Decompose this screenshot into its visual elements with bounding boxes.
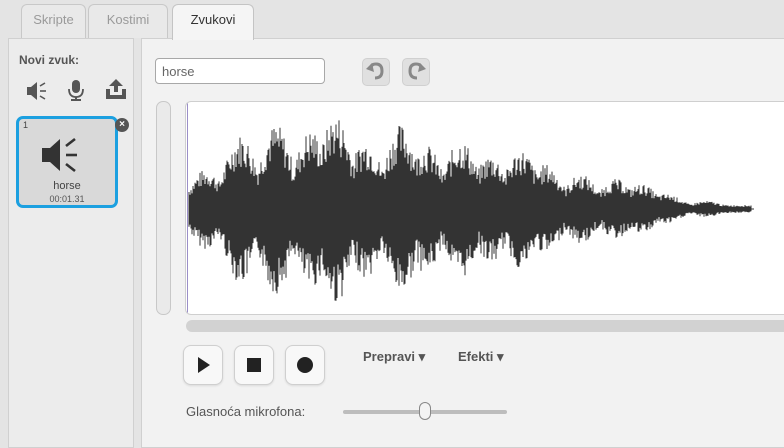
new-sound-label: Novi zvuk:: [19, 53, 80, 67]
play-icon: [198, 357, 210, 373]
play-button[interactable]: [183, 345, 223, 385]
edit-menu-label: Prepravi: [363, 349, 416, 364]
upload-icon[interactable]: [103, 78, 129, 102]
mic-volume-thumb[interactable]: [419, 402, 431, 420]
redo-icon: [408, 62, 426, 80]
record-icon: [297, 357, 313, 373]
sound-name: horse: [53, 180, 81, 192]
vertical-scrollbar[interactable]: [156, 101, 171, 315]
sound-tile-horse[interactable]: 1 horse 00:01.31: [16, 116, 118, 208]
sound-name-input[interactable]: [155, 58, 325, 84]
edit-menu[interactable]: Prepravi ▾: [363, 349, 425, 365]
mic-volume-label: Glasnoća mikrofona:: [186, 404, 306, 419]
effects-menu[interactable]: Efekti ▾: [458, 349, 504, 365]
tab-costumes[interactable]: Kostimi: [88, 4, 168, 38]
speaker-icon[interactable]: [25, 80, 49, 102]
sound-number: 1: [23, 120, 29, 130]
tab-scripts[interactable]: Skripte: [21, 4, 86, 38]
horizontal-scrollbar[interactable]: [186, 320, 784, 332]
microphone-icon[interactable]: [66, 78, 86, 102]
undo-icon: [366, 62, 384, 80]
redo-button[interactable]: [402, 58, 430, 86]
stop-button[interactable]: [234, 345, 274, 385]
effects-menu-label: Efekti: [458, 349, 494, 364]
waveform-view[interactable]: [185, 101, 784, 315]
stop-icon: [247, 358, 261, 372]
record-button[interactable]: [285, 345, 325, 385]
sound-duration: 00:01.31: [49, 194, 85, 204]
delete-sound-icon[interactable]: ×: [115, 118, 129, 132]
undo-button[interactable]: [362, 58, 390, 86]
speaker-icon: [42, 137, 77, 173]
tab-sounds[interactable]: Zvukovi: [172, 4, 254, 40]
waveform: [188, 120, 754, 301]
tab-bar: Skripte Kostimi Zvukovi: [0, 0, 784, 40]
